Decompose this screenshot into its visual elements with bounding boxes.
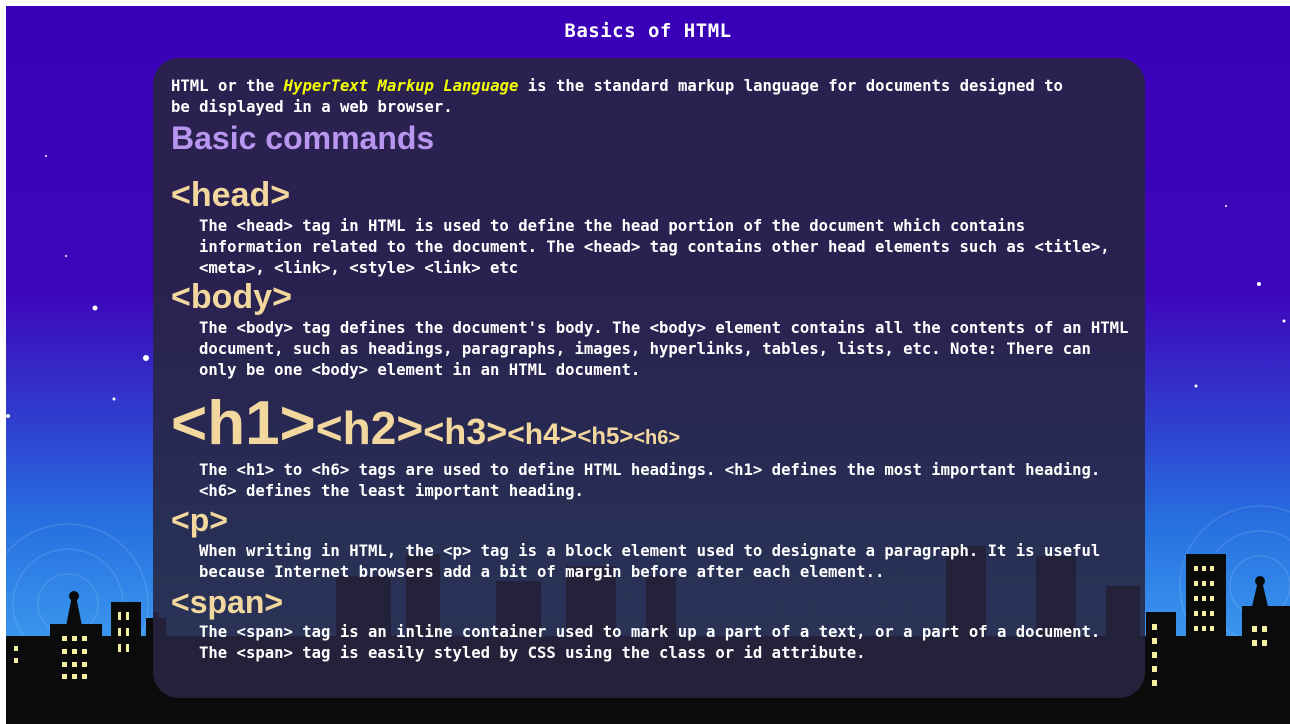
content-panel: HTML or the HyperText Markup Language is…	[153, 58, 1145, 698]
intro-paragraph: HTML or the HyperText Markup Language is…	[171, 76, 1071, 118]
head-tag-description: The <head> tag in HTML is used to define…	[199, 217, 1110, 277]
headings-description: The <h1> to <h6> tags are used to define…	[199, 461, 1101, 500]
h3-tag-heading: <h3>	[423, 411, 508, 452]
intro-highlight: HyperText Markup Language	[283, 77, 519, 95]
page-title: Basics of HTML	[564, 20, 732, 42]
heading-tags-row: <h1><h2><h3><h4><h5><h6>	[171, 388, 680, 459]
span-tag-heading: <span>	[171, 584, 284, 620]
head-tag-heading: <head>	[171, 176, 291, 214]
h2-tag-heading: <h2>	[315, 402, 424, 454]
span-tag-description: The <span> tag is an inline container us…	[199, 623, 1101, 662]
h4-tag-heading: <h4>	[507, 418, 578, 451]
background-scene: Basics of HTML HTML or the HyperText Mar…	[6, 6, 1290, 724]
section-title: Basic commands	[171, 120, 435, 156]
intro-text-before: HTML or the	[171, 77, 284, 95]
body-tag-heading: <body>	[171, 278, 292, 316]
h5-tag-heading: <h5>	[577, 423, 634, 450]
p-tag-description: When writing in HTML, the <p> tag is a b…	[199, 542, 1101, 581]
h1-tag-heading: <h1>	[171, 389, 316, 458]
body-tag-description: The <body> tag defines the document's bo…	[199, 319, 1129, 379]
p-tag-heading: <p>	[171, 502, 228, 538]
h6-tag-heading: <h6>	[633, 427, 681, 449]
